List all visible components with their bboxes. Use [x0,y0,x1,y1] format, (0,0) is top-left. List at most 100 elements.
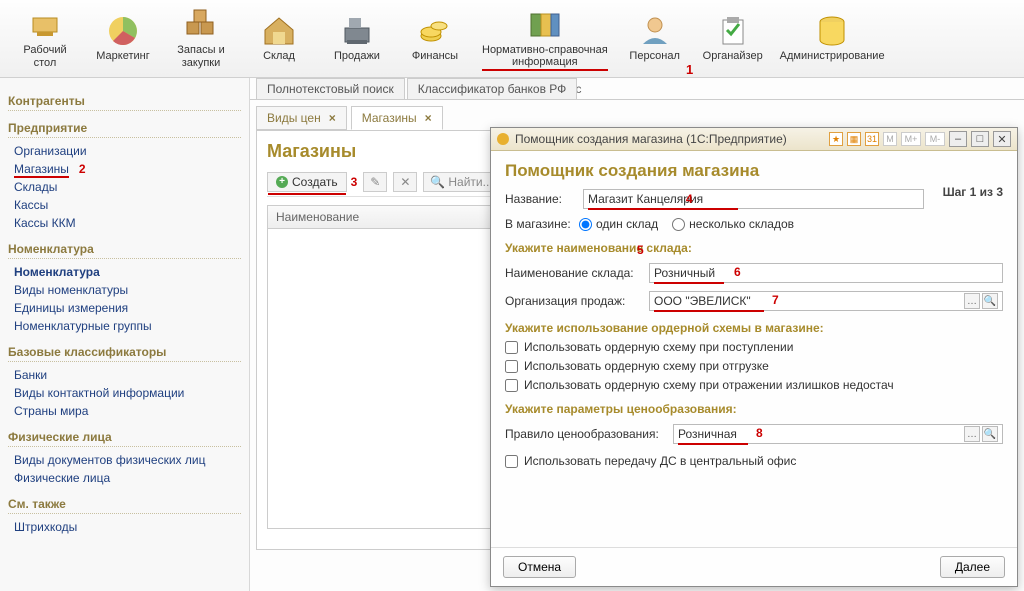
plus-icon: + [276,176,288,188]
create-button[interactable]: + Создать [267,172,347,192]
ellipsis-icon[interactable]: … [964,426,980,442]
toolbar-sales[interactable]: Продажи [318,2,396,75]
radio-one-warehouse[interactable]: один склад [579,217,658,231]
sidebar-item[interactable]: Номенклатура [8,263,241,281]
toolbar-label: Органайзер [703,50,763,62]
toolbar-label: Нормативно-справочная информация [482,42,608,71]
sidebar-item[interactable]: Единицы измерения [8,299,241,317]
tab-fulltext-search[interactable]: Полнотекстовый поиск [256,78,405,99]
org-combo[interactable]: ООО "ЭВЕЛИСК" 7 … 🔍 [649,291,1003,311]
chk-order-ship[interactable]: Использовать ордерную схему при отгрузке [505,359,1003,373]
org-value: ООО "ЭВЕЛИСК" [654,294,751,308]
chk-order-surplus[interactable]: Использовать ордерную схему при отражени… [505,378,1003,392]
main-toolbar: Рабочий стол Маркетинг Запасы и закупки … [0,0,1024,78]
favorite-icon[interactable]: ★ [829,132,843,146]
close-icon[interactable]: × [329,111,336,125]
memory-m-button[interactable]: M [883,132,897,146]
sidebar-item[interactable]: Склады [8,178,241,196]
wizard-window: Помощник создания магазина (1С:Предприят… [490,127,1018,587]
sidebar-item[interactable]: Кассы ККМ [8,214,241,232]
sidebar-item[interactable]: Организации [8,142,241,160]
find-button[interactable]: 🔍 Найти... [423,172,499,192]
toolbar-label: Запасы и закупки [177,44,224,68]
sidebar-group-header: Контрагенты [8,94,241,111]
tab-bank-classifier[interactable]: Классификатор банков РФ [407,78,578,99]
toolbar-label: Продажи [334,50,380,62]
calendar-icon[interactable]: 31 [865,132,879,146]
radio-label: один склад [596,217,658,231]
sidebar-item[interactable]: Страны мира [8,402,241,420]
chk-label: Использовать ордерную схему при поступле… [524,340,793,354]
sidebar-group-header: Физические лица [8,430,241,447]
chk-label: Использовать ордерную схему при отражени… [524,378,894,392]
close-button[interactable]: ✕ [993,131,1011,147]
annotation-5: 5 [637,243,644,257]
sidebar-item[interactable]: Банки [8,366,241,384]
tab-price-types[interactable]: Виды цен × [256,106,347,130]
toolbar-reference[interactable]: Нормативно-справочная информация [474,2,616,75]
search-icon: 🔍 [430,175,445,189]
annotation-3: 3 [351,175,358,189]
tab-shops[interactable]: Магазины × [351,106,443,130]
find-label: Найти... [448,175,492,189]
sidebar-item[interactable]: Кассы [8,196,241,214]
inshop-label: В магазине: [505,217,575,231]
sidebar-item[interactable]: Виды документов физических лиц [8,451,241,469]
warehouse-input[interactable]: Розничный 6 [649,263,1003,283]
maximize-button[interactable]: □ [971,131,989,147]
annotation-7: 7 [772,293,779,307]
edit-icon[interactable]: ✎ [363,172,387,192]
window-title: Помощник создания магазина (1С:Предприят… [515,132,787,146]
person-icon [637,14,673,48]
document-tabs: Виды цен × Магазины × [250,100,1024,130]
delete-icon[interactable]: ✕ [393,172,417,192]
grid-icon[interactable]: ▦ [847,132,861,146]
annotation-8: 8 [756,426,763,440]
minimize-button[interactable]: – [949,131,967,147]
toolbar-stock[interactable]: Запасы и закупки [162,2,240,75]
radio-many-warehouses[interactable]: несколько складов [672,217,794,231]
rule-combo[interactable]: Розничная 8 … 🔍 [673,424,1003,444]
pie-icon [105,14,141,48]
sidebar-item[interactable]: Виды контактной информации [8,384,241,402]
memory-mminus-button[interactable]: M- [925,132,945,146]
warehouse-value: Розничный [654,266,715,280]
sidebar-item[interactable]: Магазины2 [8,160,241,178]
warehouse-icon [261,14,297,48]
cancel-button[interactable]: Отмена [503,556,576,578]
desktop-icon [27,8,63,42]
chk-order-receipt[interactable]: Использовать ордерную схему при поступле… [505,340,1003,354]
radio-label: несколько складов [689,217,794,231]
sidebar: КонтрагентыПредприятиеОрганизацииМагазин… [0,78,250,591]
toolbar-organizer[interactable]: Органайзер [694,2,772,75]
toolbar-label: Маркетинг [96,50,149,62]
sidebar-item[interactable]: Штрихкоды [8,518,241,536]
lookup-icon[interactable]: 🔍 [982,426,998,442]
toolbar-admin[interactable]: Администрирование [772,2,893,75]
toolbar-marketing[interactable]: Маркетинг [84,2,162,75]
toolbar-label: Персонал [629,50,680,62]
annotation-6: 6 [734,265,741,279]
name-input[interactable]: Магазит Канцелярия [583,189,924,209]
close-icon[interactable]: × [425,111,432,125]
sidebar-item[interactable]: Виды номенклатуры [8,281,241,299]
toolbar-label: Администрирование [780,50,885,62]
toolbar-desktop[interactable]: Рабочий стол [6,2,84,75]
wizard-title: Помощник создания магазина [505,161,759,181]
sidebar-item[interactable]: Номенклатурные группы [8,317,241,335]
sidebar-group-header: Базовые классификаторы [8,345,241,362]
memory-mplus-button[interactable]: M+ [901,132,921,146]
org-label: Организация продаж: [505,294,641,308]
sidebar-group-header: См. также [8,497,241,514]
toolbar-finance[interactable]: Финансы [396,2,474,75]
annotation-4: 4 [686,192,693,206]
sidebar-item[interactable]: Физические лица [8,469,241,487]
chk-transfer-ds[interactable]: Использовать передачу ДС в центральный о… [505,454,1003,468]
toolbar-label: Склад [263,50,295,62]
next-button[interactable]: Далее [940,556,1005,578]
wizard-titlebar[interactable]: Помощник создания магазина (1С:Предприят… [491,128,1017,151]
ellipsis-icon[interactable]: … [964,293,980,309]
toolbar-warehouse[interactable]: Склад [240,2,318,75]
toolbar-personnel[interactable]: Персонал [616,2,694,75]
lookup-icon[interactable]: 🔍 [982,293,998,309]
